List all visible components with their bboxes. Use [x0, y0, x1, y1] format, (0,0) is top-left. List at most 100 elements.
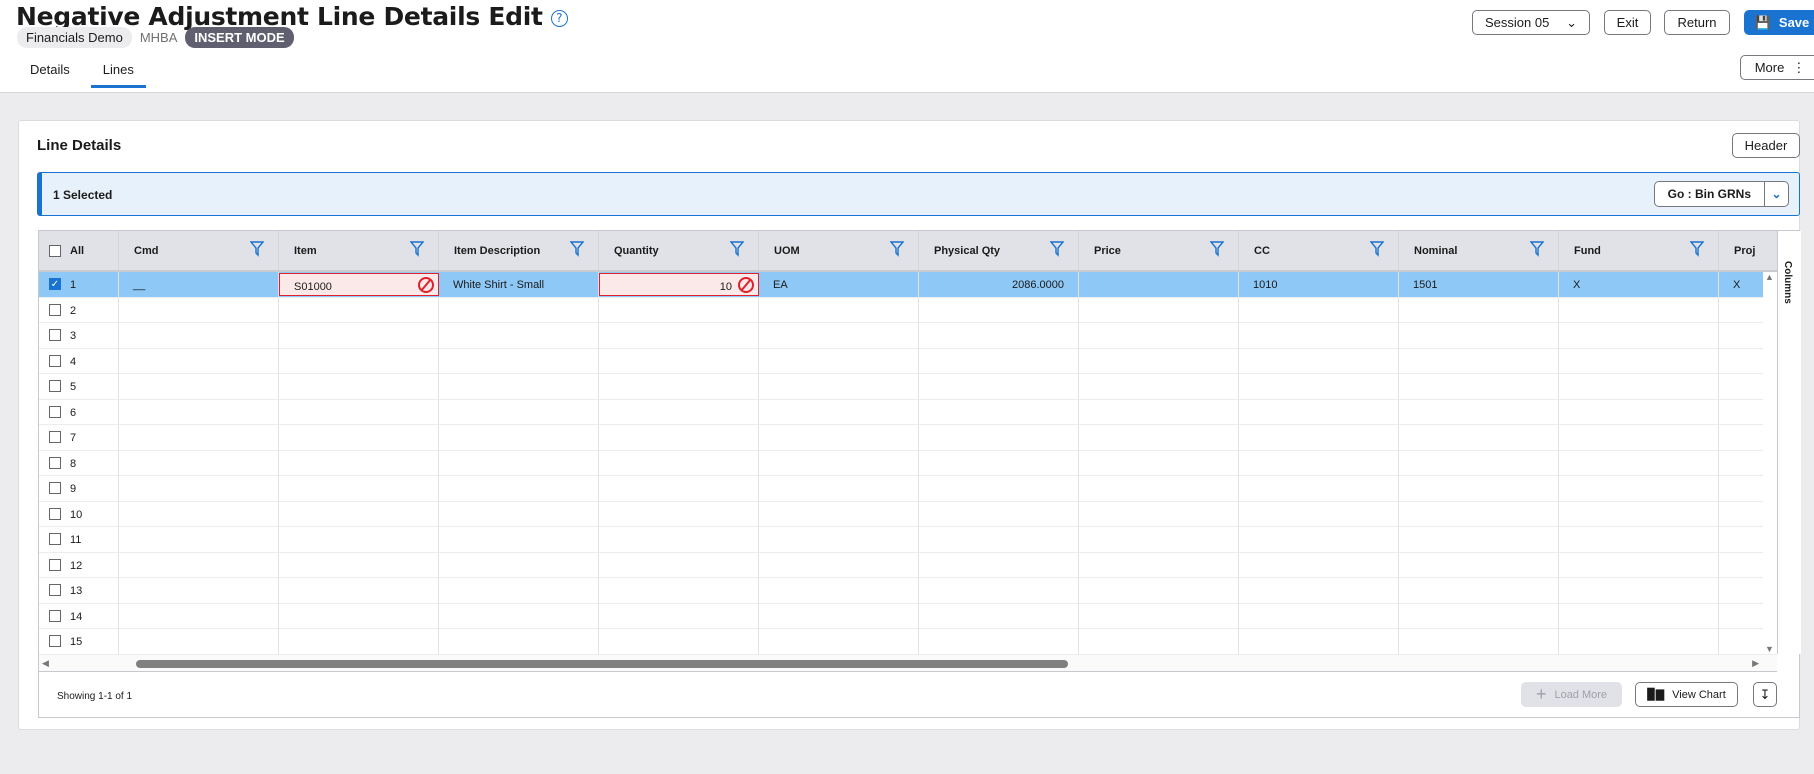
grid-cell[interactable] — [919, 603, 1079, 628]
grid-cell[interactable] — [1559, 527, 1719, 552]
grid-cell[interactable] — [439, 603, 599, 628]
filter-icon[interactable] — [1690, 241, 1704, 257]
grid-cell[interactable] — [759, 629, 919, 654]
row-select-cell[interactable]: 12 — [39, 552, 119, 577]
row-select-cell[interactable]: 8 — [39, 450, 119, 475]
grid-cell[interactable] — [759, 374, 919, 399]
grid-cell[interactable] — [1399, 425, 1559, 450]
grid-cell[interactable] — [1079, 578, 1239, 603]
grid-cell[interactable] — [1399, 399, 1559, 424]
column-header[interactable]: Quantity — [599, 231, 759, 270]
grid-cell[interactable] — [1239, 450, 1399, 475]
grid-cell[interactable]: 2086.0000 — [919, 272, 1079, 297]
row-checkbox[interactable] — [49, 329, 61, 341]
column-header[interactable]: Item Description — [439, 231, 599, 270]
grid-cell[interactable] — [919, 425, 1079, 450]
filter-icon[interactable] — [1530, 241, 1544, 257]
grid-cell[interactable] — [599, 552, 759, 577]
grid-cell[interactable] — [279, 425, 439, 450]
grid-cell[interactable] — [919, 552, 1079, 577]
grid-cell[interactable]: White Shirt - Small — [439, 272, 599, 297]
scrollbar-thumb[interactable] — [136, 660, 1068, 668]
select-all-checkbox[interactable] — [49, 245, 61, 257]
grid-cell[interactable] — [1559, 450, 1719, 475]
row-select-cell[interactable]: 13 — [39, 578, 119, 603]
grid-cell[interactable] — [1399, 527, 1559, 552]
grid-cell[interactable] — [439, 374, 599, 399]
filter-icon[interactable] — [1370, 241, 1384, 257]
table-row[interactable]: 15 — [39, 629, 1763, 654]
row-checkbox[interactable] — [49, 405, 61, 418]
table-row[interactable]: 4 — [39, 348, 1763, 374]
column-header[interactable]: Fund — [1559, 231, 1719, 270]
grid-cell[interactable] — [1559, 603, 1719, 628]
grid-cell[interactable]: S01000 — [279, 273, 439, 296]
grid-cell[interactable]: __ — [119, 272, 279, 297]
grid-cell[interactable] — [279, 374, 439, 399]
grid-cell[interactable] — [439, 425, 599, 450]
grid-cell[interactable] — [119, 450, 279, 475]
grid-cell[interactable] — [119, 399, 279, 424]
grid-cell[interactable] — [1239, 629, 1399, 654]
row-select-cell[interactable]: 15 — [39, 629, 119, 654]
grid-cell[interactable] — [439, 552, 599, 577]
grid-cell[interactable] — [1239, 552, 1399, 577]
grid-cell[interactable] — [1719, 451, 1763, 476]
view-chart-button[interactable]: ▉▇ View Chart — [1635, 682, 1738, 707]
select-all-header[interactable]: All — [39, 231, 119, 270]
row-checkbox[interactable] — [49, 354, 61, 367]
table-row[interactable]: 13 — [39, 578, 1763, 604]
grid-cell[interactable] — [1399, 348, 1559, 373]
grid-cell[interactable] — [279, 348, 439, 373]
table-row[interactable]: 10 — [39, 501, 1763, 527]
grid-cell[interactable] — [119, 578, 279, 603]
grid-cell[interactable] — [1559, 399, 1719, 424]
grid-cell[interactable] — [439, 297, 599, 322]
filter-icon[interactable] — [890, 241, 904, 257]
tab-details[interactable]: Details — [22, 62, 78, 88]
grid-cell[interactable] — [1399, 501, 1559, 526]
filter-icon[interactable] — [1050, 241, 1064, 257]
grid-cell[interactable] — [599, 399, 759, 424]
grid-cell[interactable] — [759, 501, 919, 526]
row-select-cell[interactable]: 4 — [39, 348, 119, 373]
save-button[interactable]: 💾 Save — [1744, 10, 1814, 35]
grid-cell[interactable] — [439, 629, 599, 654]
load-more-button[interactable]: + Load More — [1521, 682, 1622, 707]
grid-cell[interactable] — [1719, 476, 1763, 501]
grid-cell[interactable] — [1079, 297, 1239, 322]
grid-cell[interactable] — [279, 501, 439, 526]
row-checkbox[interactable] — [49, 558, 61, 571]
grid-cell[interactable] — [1239, 399, 1399, 424]
grid-cell[interactable] — [1719, 323, 1763, 348]
grid-cell[interactable] — [759, 552, 919, 577]
row-select-cell[interactable]: 2 — [39, 297, 119, 322]
column-header[interactable]: Nominal — [1399, 231, 1559, 270]
grid-cell[interactable] — [439, 348, 599, 373]
grid-cell[interactable] — [759, 348, 919, 373]
return-button[interactable]: Return — [1664, 10, 1730, 35]
grid-cell[interactable] — [919, 297, 1079, 322]
grid-cell[interactable] — [1079, 348, 1239, 373]
row-checkbox[interactable] — [49, 482, 61, 494]
table-row[interactable]: 14 — [39, 603, 1763, 629]
filter-icon[interactable] — [730, 241, 744, 257]
grid-cell[interactable] — [439, 476, 599, 501]
row-checkbox[interactable] — [49, 635, 61, 647]
grid-cell[interactable] — [759, 450, 919, 475]
grid-cell[interactable] — [599, 323, 759, 348]
grid-cell[interactable] — [1239, 348, 1399, 373]
grid-cell[interactable] — [119, 501, 279, 526]
grid-cell[interactable] — [1719, 374, 1763, 399]
grid-cell[interactable] — [919, 399, 1079, 424]
grid-cell[interactable] — [119, 603, 279, 628]
grid-cell[interactable] — [1079, 450, 1239, 475]
table-row[interactable]: 7 — [39, 425, 1763, 451]
grid-cell[interactable] — [119, 297, 279, 322]
grid-cell[interactable] — [1559, 348, 1719, 373]
grid-cell[interactable] — [1399, 476, 1559, 501]
grid-cell[interactable] — [1239, 323, 1399, 348]
grid-cell[interactable] — [279, 552, 439, 577]
go-split-button[interactable]: Go : Bin GRNs ⌄ — [1653, 181, 1789, 207]
column-header[interactable]: Item — [279, 231, 439, 270]
